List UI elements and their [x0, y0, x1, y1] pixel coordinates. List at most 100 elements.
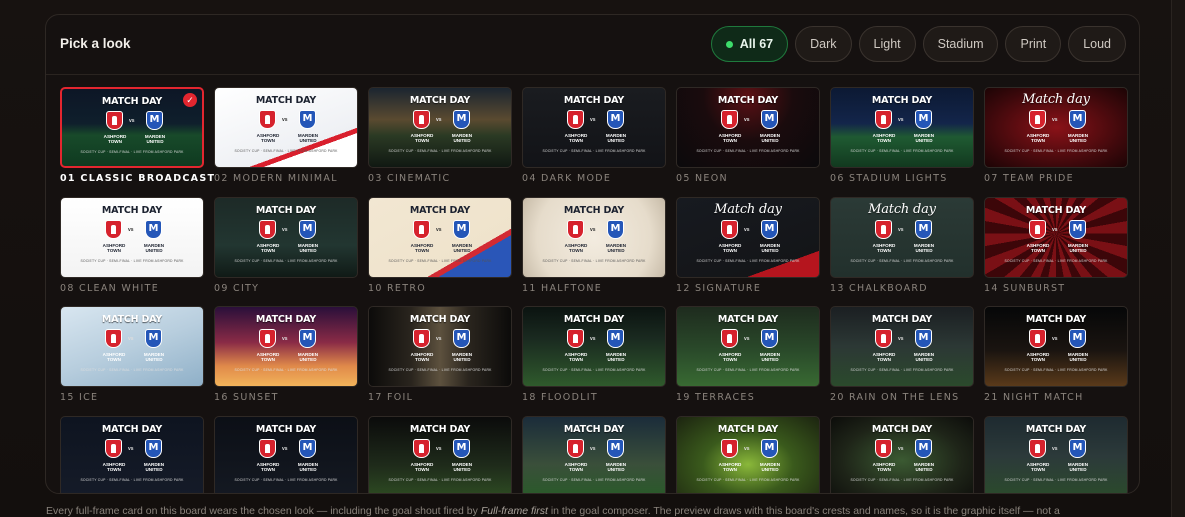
- scrollbar-track[interactable]: [1171, 0, 1185, 517]
- look-thumbnail[interactable]: MATCH DAY vs ASHFORD TOWN MARDEN UNITED SOCI…: [522, 306, 666, 387]
- look-card[interactable]: MATCH DAY vs ASHFORD TOWN MARDEN UNITED SOCI…: [522, 196, 666, 294]
- look-thumbnail[interactable]: MATCH DAY vs ASHFORD TOWN MARDEN UNITED SOCI…: [522, 415, 666, 493]
- look-card-label: 07 TEAM PRIDE: [984, 173, 1074, 184]
- look-thumbnail[interactable]: MATCH DAY vs ASHFORD TOWN MARDEN UNITED SOCI…: [60, 87, 204, 168]
- look-card[interactable]: MATCH DAY vs ASHFORD TOWN MARDEN UNITED SOCI…: [522, 87, 666, 184]
- look-card-label: 09 CITY: [214, 282, 260, 294]
- home-crest-icon: [106, 111, 123, 130]
- filter-chip-print[interactable]: Print: [1005, 26, 1062, 62]
- look-card[interactable]: MATCH DAY vs ASHFORD TOWN MARDEN UNITED SOCI…: [60, 415, 204, 493]
- look-thumbnail[interactable]: MATCH DAY vs ASHFORD TOWN MARDEN UNITED SOCI…: [676, 306, 820, 387]
- look-card[interactable]: MATCH DAY vs ASHFORD TOWN MARDEN UNITED SOCI…: [60, 306, 204, 403]
- look-card[interactable]: MATCH DAY vs ASHFORD TOWN MARDEN UNITED SOCI…: [984, 415, 1128, 493]
- home-crest-icon: [259, 110, 276, 129]
- filter-chip-light[interactable]: Light: [858, 26, 916, 62]
- look-card[interactable]: MATCH DAY vs ASHFORD TOWN MARDEN UNITED SOCI…: [60, 196, 204, 294]
- thumbnail-meta: SOCIETY CUP · SEMI-FINAL · LIVE FROM ASH…: [542, 477, 646, 482]
- thumbnail-team-name: ASHFORD TOWN: [256, 242, 280, 253]
- filter-chip-dark[interactable]: Dark: [795, 26, 852, 62]
- thumbnail-team-name: ASHFORD TOWN: [102, 461, 126, 472]
- look-thumbnail[interactable]: MATCH DAY vs ASHFORD TOWN MARDEN UNITED SOCI…: [830, 87, 974, 168]
- thumbnail-title: MATCH DAY: [409, 204, 471, 216]
- look-card[interactable]: MATCH DAY vs ASHFORD TOWN MARDEN UNITED SOCI…: [830, 415, 974, 493]
- thumbnail-meta: SOCIETY CUP · SEMI-FINAL · LIVE FROM ASH…: [388, 477, 492, 482]
- filter-chip-loud[interactable]: Loud: [1068, 26, 1126, 62]
- look-card[interactable]: MATCH DAY vs ASHFORD TOWN MARDEN UNITED SOCI…: [676, 87, 820, 184]
- look-thumbnail[interactable]: MATCH DAY vs ASHFORD TOWN MARDEN UNITED SOCI…: [368, 306, 512, 387]
- look-card[interactable]: MATCH DAY vs ASHFORD TOWN MARDEN UNITED SOCI…: [984, 196, 1128, 294]
- look-card[interactable]: MATCH DAY vs ASHFORD TOWN MARDEN UNITED SOCI…: [368, 415, 512, 493]
- thumbnail-meta: SOCIETY CUP · SEMI-FINAL · LIVE FROM ASH…: [388, 258, 492, 263]
- filter-chip-label: Dark: [810, 37, 837, 51]
- look-card[interactable]: MATCH DAY vs ASHFORD TOWN MARDEN UNITED SOCI…: [214, 196, 358, 294]
- filter-chip-all-67[interactable]: All 67: [710, 26, 789, 62]
- look-card[interactable]: MATCH DAY vs ASHFORD TOWN MARDEN UNITED SOCI…: [368, 196, 512, 294]
- look-thumbnail[interactable]: MATCH DAY vs ASHFORD TOWN MARDEN UNITED SOCI…: [522, 196, 666, 278]
- away-crest-icon: [761, 219, 778, 239]
- look-thumbnail[interactable]: MATCH DAY vs ASHFORD TOWN MARDEN UNITED SOCI…: [368, 87, 512, 168]
- home-crest-icon: [259, 329, 276, 348]
- look-thumbnail[interactable]: MATCH DAY vs ASHFORD TOWN MARDEN UNITED SOCI…: [214, 196, 358, 278]
- thumbnail-vs: vs: [282, 226, 288, 233]
- look-card[interactable]: MATCH DAY vs ASHFORD TOWN MARDEN UNITED SOCI…: [522, 415, 666, 493]
- look-thumbnail[interactable]: MATCH DAY vs ASHFORD TOWN MARDEN UNITED SOCI…: [368, 196, 512, 278]
- thumbnail-team-name: MARDEN UNITED: [913, 461, 935, 472]
- thumbnail-vs: vs: [590, 445, 596, 452]
- look-thumbnail[interactable]: MATCH DAY vs ASHFORD TOWN MARDEN UNITED SOCI…: [984, 196, 1128, 278]
- thumbnail-title: MATCH DAY: [101, 96, 163, 107]
- home-crest-icon: [259, 438, 276, 458]
- look-card[interactable]: MATCH DAY vs ASHFORD TOWN MARDEN UNITED SOCI…: [984, 306, 1128, 403]
- thumbnail-team-name: ASHFORD TOWN: [564, 352, 588, 362]
- thumbnail-meta: SOCIETY CUP · SEMI-FINAL · LIVE FROM ASH…: [234, 368, 338, 372]
- look-thumbnail[interactable]: MATCH DAY vs ASHFORD TOWN MARDEN UNITED SOCI…: [830, 415, 974, 493]
- look-card[interactable]: MATCH DAY vs ASHFORD TOWN MARDEN UNITED SOCI…: [214, 306, 358, 403]
- look-thumbnail[interactable]: MATCH DAY vs ASHFORD TOWN MARDEN UNITED SOCI…: [368, 415, 512, 493]
- look-thumbnail[interactable]: Match day vs ASHFORD TOWN MARDEN UNITED SOCI…: [830, 196, 974, 278]
- look-thumbnail[interactable]: MATCH DAY vs ASHFORD TOWN MARDEN UNITED SOCI…: [984, 306, 1128, 387]
- thumbnail-meta: SOCIETY CUP · SEMI-FINAL · LIVE FROM ASH…: [388, 368, 492, 372]
- thumbnail-title: Match day: [714, 201, 782, 217]
- look-thumbnail[interactable]: MATCH DAY vs ASHFORD TOWN MARDEN UNITED SOCI…: [830, 306, 974, 387]
- look-card[interactable]: MATCH DAY vs ASHFORD TOWN MARDEN UNITED SOCI…: [60, 87, 214, 184]
- look-card[interactable]: MATCH DAY vs ASHFORD TOWN MARDEN UNITED SOCI…: [214, 415, 358, 493]
- look-thumbnail[interactable]: MATCH DAY vs ASHFORD TOWN MARDEN UNITED SOCI…: [214, 415, 358, 493]
- look-thumbnail[interactable]: Match day vs ASHFORD TOWN MARDEN UNITED SOCI…: [676, 196, 820, 278]
- look-card[interactable]: MATCH DAY vs ASHFORD TOWN MARDEN UNITED SOCI…: [830, 306, 974, 403]
- look-thumbnail[interactable]: MATCH DAY vs ASHFORD TOWN MARDEN UNITED SOCI…: [214, 87, 358, 168]
- thumbnail-title: Match day: [1022, 92, 1090, 107]
- look-card[interactable]: Match day vs ASHFORD TOWN MARDEN UNITED SOCI…: [984, 87, 1128, 184]
- thumbnail-meta: SOCIETY CUP · SEMI-FINAL · LIVE FROM ASH…: [1004, 258, 1108, 263]
- look-card[interactable]: MATCH DAY vs ASHFORD TOWN MARDEN UNITED SOCI…: [522, 306, 666, 403]
- look-thumbnail[interactable]: MATCH DAY vs ASHFORD TOWN MARDEN UNITED SOCI…: [60, 306, 204, 387]
- look-thumbnail[interactable]: Match day vs ASHFORD TOWN MARDEN UNITED SOCI…: [984, 87, 1128, 168]
- thumbnail-team-name: ASHFORD TOWN: [256, 352, 280, 362]
- look-thumbnail[interactable]: MATCH DAY vs ASHFORD TOWN MARDEN UNITED SOCI…: [676, 87, 820, 168]
- look-card[interactable]: MATCH DAY vs ASHFORD TOWN MARDEN UNITED SOCI…: [214, 87, 358, 184]
- look-thumbnail[interactable]: MATCH DAY vs ASHFORD TOWN MARDEN UNITED SOCI…: [60, 415, 204, 493]
- home-crest-icon: [567, 329, 584, 348]
- look-card[interactable]: MATCH DAY vs ASHFORD TOWN MARDEN UNITED SOCI…: [830, 87, 974, 184]
- look-thumbnail[interactable]: MATCH DAY vs ASHFORD TOWN MARDEN UNITED SOCI…: [676, 415, 820, 493]
- thumbnail-meta: SOCIETY CUP · SEMI-FINAL · LIVE FROM ASH…: [1004, 477, 1108, 482]
- thumbnail-title: MATCH DAY: [409, 423, 471, 435]
- look-thumbnail[interactable]: MATCH DAY vs ASHFORD TOWN MARDEN UNITED SOCI…: [214, 306, 358, 387]
- look-card[interactable]: Match day vs ASHFORD TOWN MARDEN UNITED SOCI…: [830, 196, 974, 294]
- away-crest-icon: [915, 438, 932, 458]
- look-thumbnail[interactable]: MATCH DAY vs ASHFORD TOWN MARDEN UNITED SOCI…: [522, 87, 666, 168]
- thumbnail-vs: vs: [898, 226, 904, 233]
- thumbnail-vs: vs: [590, 226, 596, 233]
- look-card[interactable]: MATCH DAY vs ASHFORD TOWN MARDEN UNITED SOCI…: [676, 415, 820, 493]
- look-thumbnail[interactable]: MATCH DAY vs ASHFORD TOWN MARDEN UNITED SOCI…: [984, 415, 1128, 493]
- filter-chip-stadium[interactable]: Stadium: [922, 26, 999, 62]
- look-card[interactable]: MATCH DAY vs ASHFORD TOWN MARDEN UNITED SOCI…: [368, 87, 512, 184]
- look-card[interactable]: MATCH DAY vs ASHFORD TOWN MARDEN UNITED SOCI…: [368, 306, 512, 403]
- footer-text-end: in the goal composer. The preview draws …: [547, 505, 1060, 517]
- look-card-label: 16 SUNSET: [214, 392, 279, 403]
- look-picker-panel: Pick a look All 67 Dark Light Stadium Print L…: [45, 14, 1140, 494]
- look-card[interactable]: Match day vs ASHFORD TOWN MARDEN UNITED SOCI…: [676, 196, 820, 294]
- thumbnail-team-name: MARDEN UNITED: [297, 352, 319, 362]
- thumbnail-team-name: MARDEN UNITED: [1067, 461, 1089, 472]
- look-thumbnail[interactable]: MATCH DAY vs ASHFORD TOWN MARDEN UNITED SOCI…: [60, 196, 204, 278]
- look-card[interactable]: MATCH DAY vs ASHFORD TOWN MARDEN UNITED SOCI…: [676, 306, 820, 403]
- thumbnail-team-name: ASHFORD TOWN: [102, 352, 126, 362]
